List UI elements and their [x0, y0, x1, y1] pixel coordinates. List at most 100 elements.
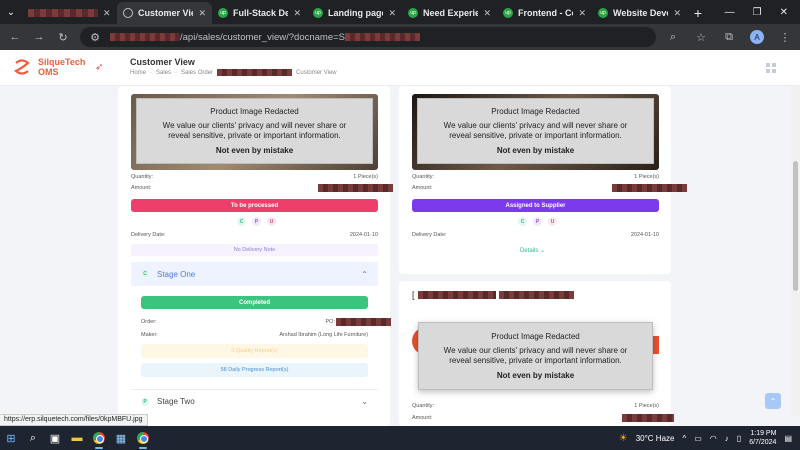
task-view-icon[interactable]: ▣	[44, 426, 66, 450]
maker-label: Maker:	[141, 332, 158, 338]
tab-label: Website Develop	[613, 8, 668, 18]
image-redacted-notice: Product Image Redacted We value our clie…	[417, 98, 654, 164]
breadcrumb-sales[interactable]: Sales	[156, 70, 171, 76]
chip-p[interactable]: P	[252, 217, 261, 226]
windows-start-icon[interactable]: ⊞	[0, 426, 22, 450]
stage-two-title: Stage Two	[157, 397, 195, 406]
stage-one-header[interactable]: C Stage One ⌃	[131, 262, 378, 286]
globe-icon	[123, 8, 133, 18]
back-icon[interactable]: ←	[8, 31, 22, 43]
store-icon[interactable]: ▦	[110, 426, 132, 450]
brand-line2: OMS	[38, 67, 59, 77]
quality-reports-link[interactable]: 0 Quality Report(s)	[141, 344, 368, 358]
chrome-taskbar-icon[interactable]	[88, 426, 110, 450]
chip-u[interactable]: U	[548, 217, 557, 226]
zoom-icon[interactable]: ⌕	[666, 31, 680, 44]
restore-icon[interactable]: ❐	[753, 7, 762, 18]
tab-label: Frontend - Com	[518, 8, 573, 18]
maker-value: Arshad Ibrahim (Long Life Furniture)	[279, 332, 368, 338]
more-menu-icon[interactable]: ⋮	[778, 31, 792, 44]
status-button-partial[interactable]	[653, 336, 659, 354]
quantity-value: 1 Piece(s)	[353, 174, 378, 180]
tab-website-develop[interactable]: up Website Develop ✕	[592, 2, 687, 24]
amount-row: Amount:	[131, 184, 393, 192]
tab-need-experience[interactable]: up Need Experienc ✕	[402, 2, 497, 24]
tab-search-icon[interactable]: ⌄	[0, 0, 22, 24]
forward-icon[interactable]: →	[32, 31, 46, 43]
close-window-icon[interactable]: ✕	[780, 7, 788, 18]
show-hidden-icons[interactable]: ^	[682, 434, 686, 443]
order-value: PO:	[325, 319, 335, 325]
network-icon[interactable]: ▭	[694, 434, 702, 443]
tab-full-stack[interactable]: up Full-Stack Desig ✕	[212, 2, 307, 24]
file-explorer-icon[interactable]: ▬	[66, 426, 88, 450]
tab-label: Customer View	[138, 8, 194, 18]
close-icon[interactable]: ✕	[198, 8, 206, 19]
daily-progress-reports-link[interactable]: 58 Daily Progress Report(s)	[141, 363, 368, 377]
details-label: Details	[520, 248, 539, 254]
wifi-icon[interactable]: ◠	[710, 434, 717, 443]
clock-date: 6/7/2024	[749, 439, 777, 446]
tab-frontend[interactable]: up Frontend - Com ✕	[497, 2, 592, 24]
close-icon[interactable]: ✕	[578, 8, 586, 19]
close-icon[interactable]: ✕	[673, 8, 681, 19]
status-assigned-button[interactable]: Assigned to Supplier	[412, 199, 659, 212]
redacted-footer: Not even by mistake	[496, 370, 575, 380]
scroll-to-top-button[interactable]: ⌃	[765, 393, 781, 409]
close-icon[interactable]: ✕	[293, 8, 301, 19]
clock[interactable]: 1:19 PM 6/7/2024	[749, 429, 776, 447]
product-image[interactable]: Product Image Redacted We value our clie…	[412, 94, 659, 170]
breadcrumb-home[interactable]: Home	[130, 70, 146, 76]
stage-two-header[interactable]: P Stage Two ⌄	[131, 389, 378, 413]
chevron-up-icon[interactable]: ⌃	[361, 270, 368, 279]
weather-text[interactable]: 30°C Haze	[636, 434, 675, 443]
amount-value-redacted	[318, 184, 393, 192]
item-title: [	[412, 290, 574, 300]
tab-customer-view[interactable]: Customer View ✕	[117, 2, 212, 24]
upwork-icon: up	[218, 8, 228, 18]
extensions-icon[interactable]: ⧉	[722, 31, 736, 44]
status-to-be-processed-button[interactable]: To be processed	[131, 199, 378, 212]
close-icon[interactable]: ✕	[483, 8, 491, 19]
maker-row: Maker: Arshad Ibrahim (Long Life Furnitu…	[141, 332, 368, 338]
quantity-row: Quantity: 1 Piece(s)	[131, 174, 378, 180]
site-settings-icon[interactable]: ⚙	[88, 31, 102, 44]
battery-icon[interactable]: ▯	[737, 434, 741, 443]
chip-c[interactable]: C	[518, 217, 527, 226]
tab-label: Need Experienc	[423, 8, 479, 18]
bookmark-star-icon[interactable]: ☆	[694, 31, 708, 44]
chip-c[interactable]: C	[237, 217, 246, 226]
close-icon[interactable]: ✕	[388, 8, 396, 19]
reload-icon[interactable]: ↻	[56, 31, 70, 44]
notifications-icon[interactable]: ▤	[784, 434, 792, 443]
close-icon[interactable]: ✕	[103, 8, 111, 19]
url-field[interactable]: ⚙ /api/sales/customer_view/?docname=S	[80, 27, 656, 47]
rocket-icon[interactable]: ➶	[95, 62, 103, 73]
scrollbar-thumb[interactable]	[793, 161, 798, 291]
chrome-taskbar-icon-2[interactable]	[132, 426, 154, 450]
details-link[interactable]: Details ⌄	[520, 247, 545, 254]
new-tab-button[interactable]: +	[687, 2, 709, 24]
stage-completed-button[interactable]: Completed	[141, 296, 368, 309]
profile-avatar[interactable]: A	[750, 30, 764, 44]
search-icon[interactable]: ⌕	[22, 426, 44, 450]
order-row: Order: PO:	[141, 318, 391, 326]
tab-landing-page[interactable]: up Landing page in ✕	[307, 2, 402, 24]
tab-label: Landing page in	[328, 8, 383, 18]
chevron-down-icon[interactable]: ⌄	[361, 397, 368, 406]
weather-icon[interactable]: ☀	[619, 433, 628, 444]
brand-name[interactable]: SilqueTech OMS	[38, 57, 85, 77]
chip-p[interactable]: P	[533, 217, 542, 226]
apps-grid-icon[interactable]	[766, 63, 776, 73]
chip-u[interactable]: U	[267, 217, 276, 226]
order-item-card-left: Product Image Redacted We value our clie…	[118, 86, 393, 426]
breadcrumb: Home · Sales · Sales Order Customer View	[130, 69, 337, 76]
page-scrollbar[interactable]	[791, 86, 800, 416]
minimize-icon[interactable]: —	[725, 7, 735, 18]
volume-icon[interactable]: ♪	[725, 434, 729, 443]
product-image[interactable]: Product Image Redacted We value our clie…	[131, 94, 378, 170]
amount-value-redacted	[622, 414, 674, 422]
tab-redacted[interactable]: ✕	[22, 2, 117, 24]
amount-label: Amount:	[412, 185, 433, 191]
breadcrumb-sales-order[interactable]: Sales Order	[181, 70, 213, 76]
